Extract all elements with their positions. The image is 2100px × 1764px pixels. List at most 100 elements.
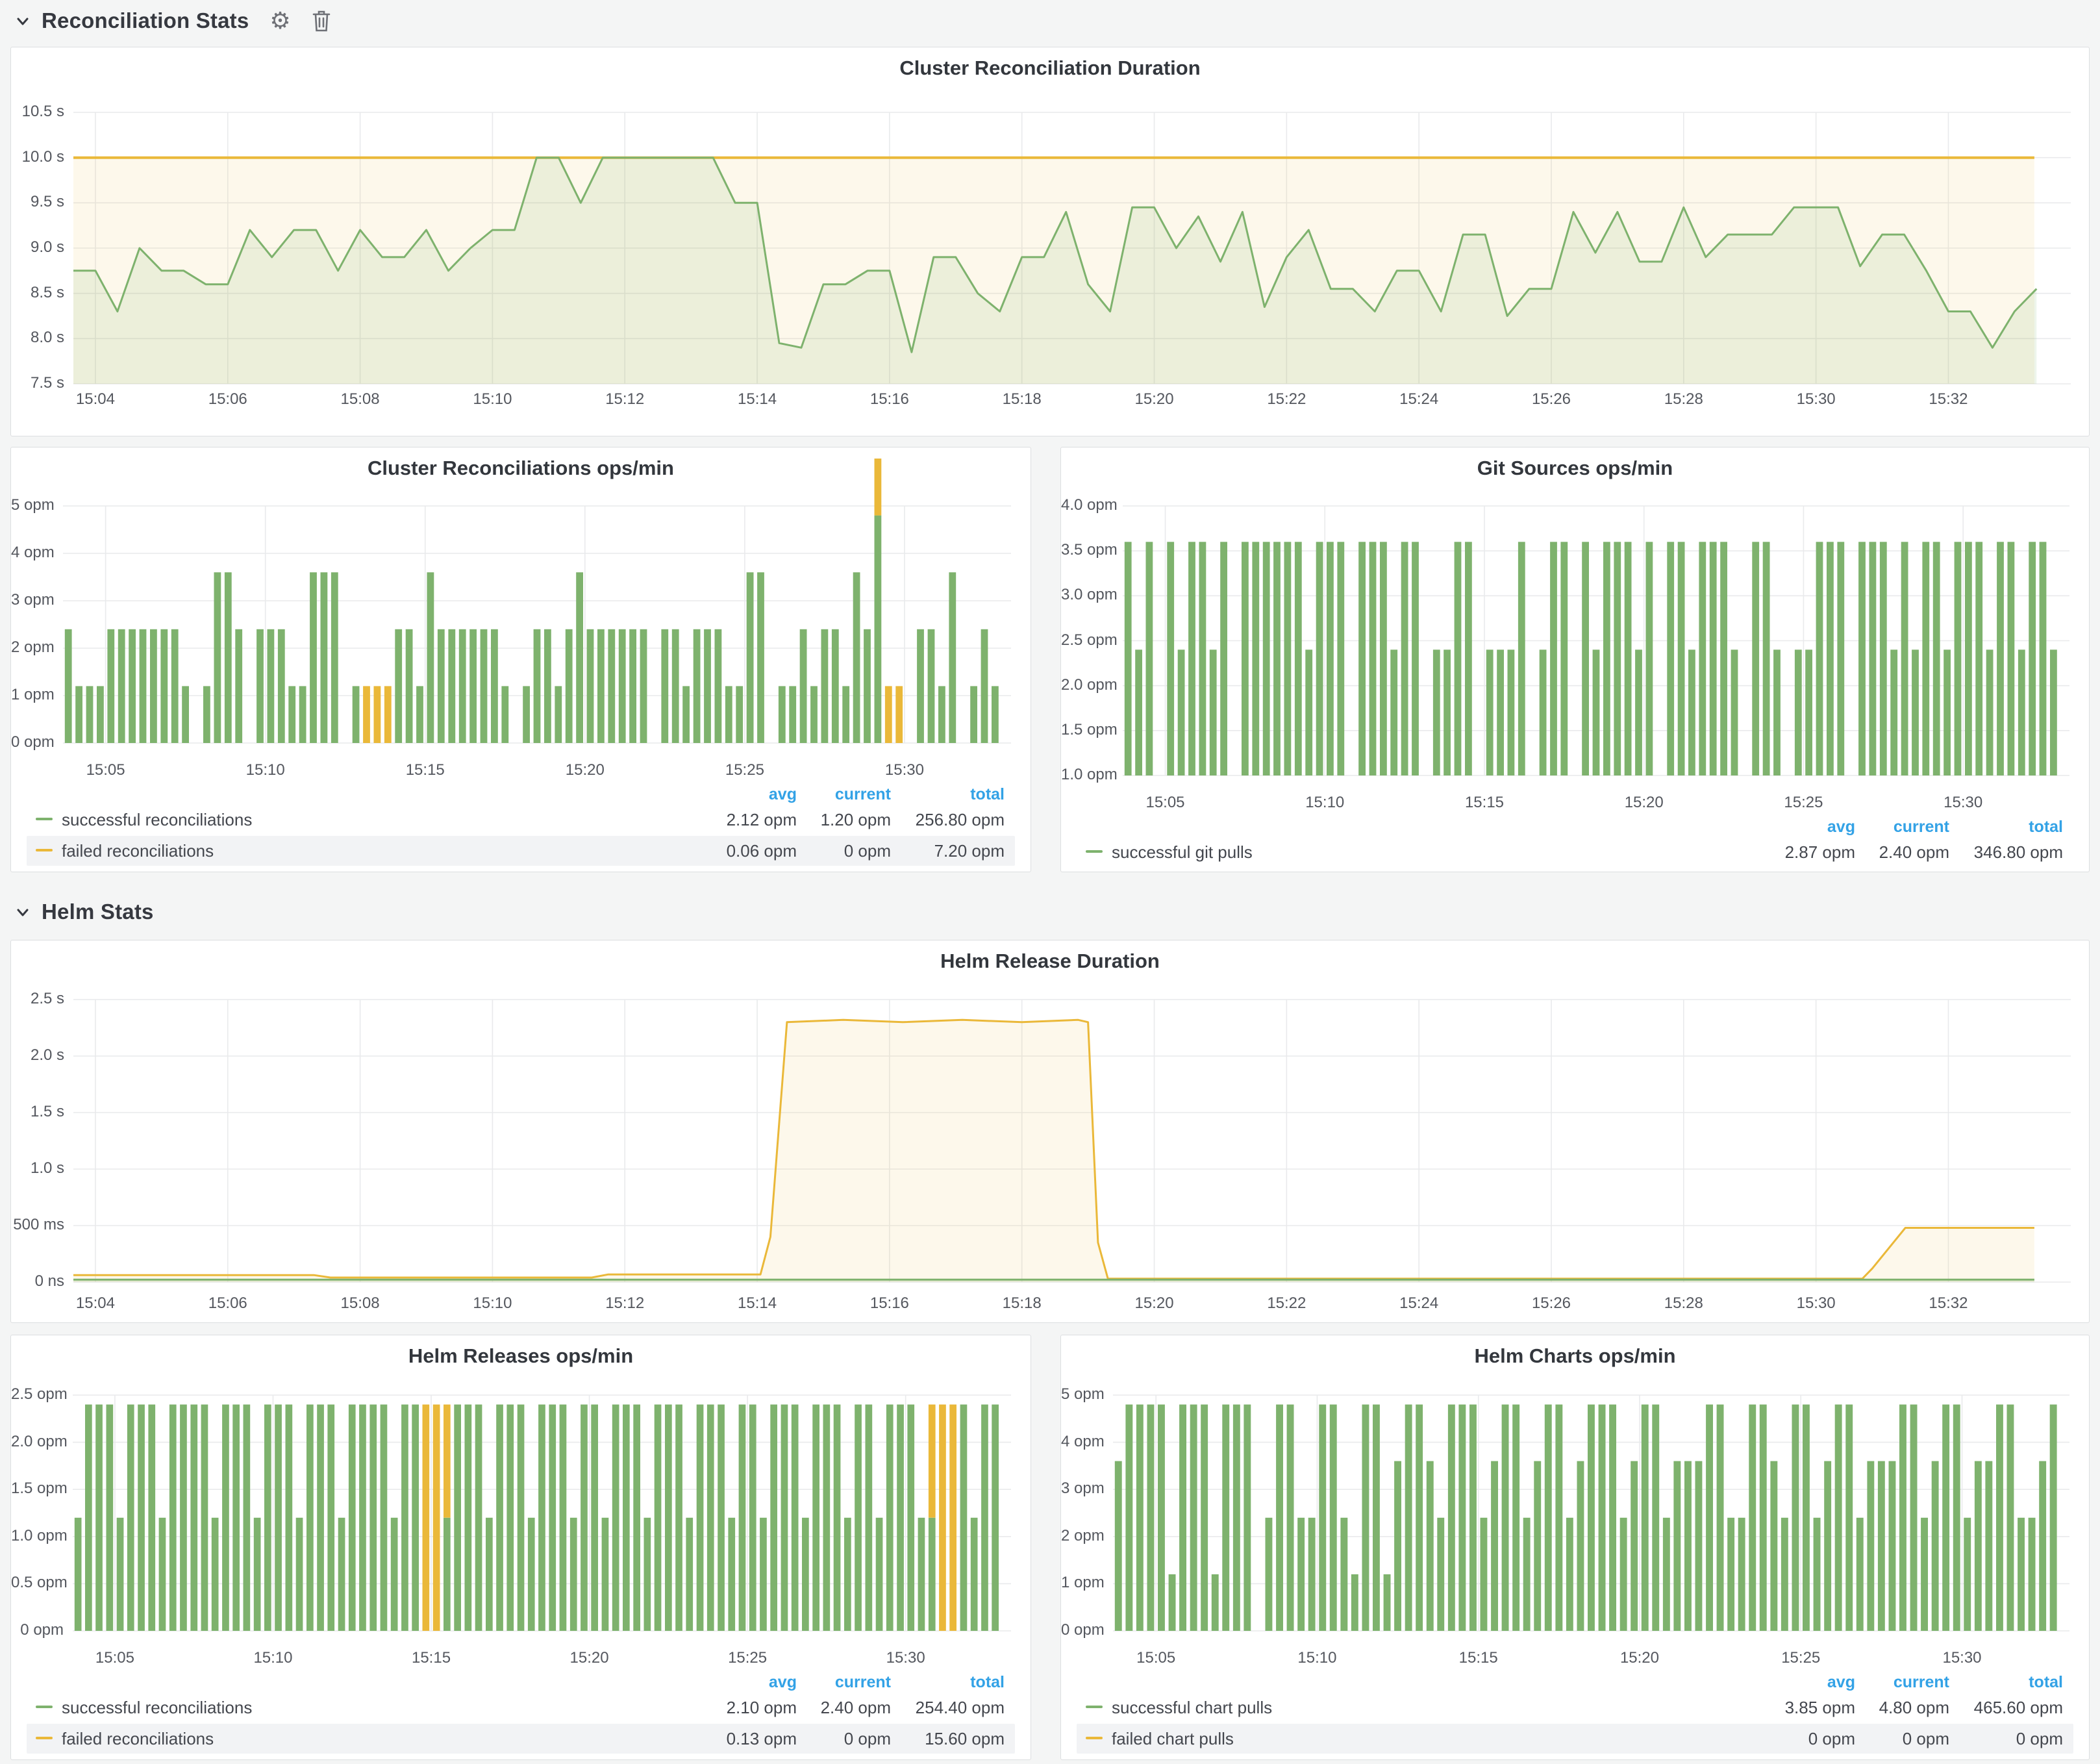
legend-col-current[interactable]: current: [1894, 818, 1949, 837]
chart-helm-release-duration[interactable]: 2.5 s2.0 s1.5 s1.0 s500 ms0 ns15:0415:06…: [11, 940, 2089, 1322]
legend-stat-avg: 2.12 opm: [727, 810, 797, 830]
x-axis-tick-label: 15:26: [1532, 1294, 1571, 1313]
x-axis-tick-label: 15:30: [1797, 1294, 1836, 1313]
legend-stat-current: 4.80 opm: [1879, 1698, 1949, 1718]
x-axis-tick-label: 15:22: [1267, 1294, 1306, 1313]
legend-stat-avg: 2.87 opm: [1785, 842, 1855, 863]
x-axis-tick-label: 15:04: [76, 1294, 115, 1313]
y-axis-tick-label: 1.5 opm: [1061, 721, 1114, 739]
x-axis-tick-label: 15:18: [1003, 1294, 1042, 1313]
legend-series-label[interactable]: successful git pulls: [1112, 842, 1253, 863]
y-axis-tick-label: 10.0 s: [11, 148, 64, 166]
panel-helm-charts-opm: Helm Charts ops/min 5 opm4 opm3 opm2 opm…: [1060, 1335, 2090, 1760]
legend-col-total[interactable]: total: [970, 785, 1005, 804]
chevron-down-icon[interactable]: [13, 902, 32, 922]
legend-stat-current: 2.40 opm: [1879, 842, 1949, 863]
legend-series-label[interactable]: successful reconciliations: [62, 1698, 252, 1718]
x-axis-tick-label: 15:08: [341, 390, 380, 409]
chevron-down-icon[interactable]: [13, 11, 32, 31]
plot-canvas: [11, 447, 1032, 873]
x-axis-tick-label: 15:20: [566, 761, 605, 779]
legend-stat-current: 0 opm: [844, 1729, 891, 1749]
line-series-1: [73, 1279, 2034, 1282]
x-axis-tick-label: 15:10: [473, 390, 512, 409]
x-axis-tick-label: 15:24: [1399, 390, 1438, 409]
legend-series-label[interactable]: successful chart pulls: [1112, 1698, 1272, 1718]
chart-cluster-reconciliations-opm[interactable]: 5 opm4 opm3 opm2 opm1 opm0 opm15:0515:10…: [11, 447, 1031, 872]
x-axis-tick-label: 15:05: [95, 1649, 134, 1667]
x-axis-tick-label: 15:16: [870, 1294, 909, 1313]
x-axis-tick-label: 15:10: [246, 761, 285, 779]
legend-col-avg[interactable]: avg: [769, 1673, 797, 1692]
x-axis-tick-label: 15:25: [728, 1649, 767, 1667]
x-axis-tick-label: 15:18: [1003, 390, 1042, 409]
legend-stat-total: 15.60 opm: [925, 1729, 1005, 1749]
legend-col-avg[interactable]: avg: [769, 785, 797, 804]
bar-series-0: [65, 516, 999, 743]
y-axis-tick-label: 0 opm: [11, 733, 54, 751]
bar-series-0: [1125, 542, 2057, 775]
y-axis-tick-label: 2 opm: [11, 638, 54, 657]
legend-col-total[interactable]: total: [2029, 818, 2063, 837]
gear-icon[interactable]: ⚙: [269, 9, 290, 32]
x-axis-tick-label: 15:28: [1664, 390, 1703, 409]
y-axis-tick-label: 0 opm: [1061, 1621, 1104, 1639]
plot-canvas: [1061, 447, 2090, 873]
x-axis-tick-label: 15:32: [1929, 390, 1968, 409]
x-axis-tick-label: 15:14: [738, 1294, 777, 1313]
panel-helm-releases-opm: Helm Releases ops/min 2.5 opm2.0 opm1.5 …: [10, 1335, 1031, 1760]
trash-icon[interactable]: [312, 9, 331, 32]
section-header-reconciliation-stats: Reconciliation Stats ⚙: [13, 4, 331, 38]
legend-col-total[interactable]: total: [2029, 1673, 2063, 1692]
chart-helm-charts-opm[interactable]: 5 opm4 opm3 opm2 opm1 opm0 opm15:0515:10…: [1061, 1335, 2089, 1759]
x-axis-tick-label: 15:06: [208, 390, 247, 409]
x-axis-tick-label: 15:28: [1664, 1294, 1703, 1313]
y-axis-tick-label: 1.5 opm: [11, 1480, 64, 1498]
y-axis-tick-label: 1 opm: [1061, 1574, 1104, 1592]
chart-helm-releases-opm[interactable]: 2.5 opm2.0 opm1.5 opm1.0 opm0.5 opm0 opm…: [11, 1335, 1031, 1759]
x-axis-tick-label: 15:30: [1944, 794, 1982, 812]
x-axis-tick-label: 15:14: [738, 390, 777, 409]
x-axis-tick-label: 15:15: [1465, 794, 1504, 812]
x-axis-tick-label: 15:25: [725, 761, 764, 779]
x-axis-tick-label: 15:32: [1929, 1294, 1968, 1313]
legend-col-avg[interactable]: avg: [1827, 1673, 1855, 1692]
section-header-helm-stats: Helm Stats: [13, 895, 154, 929]
y-axis-tick-label: 8.0 s: [11, 329, 64, 347]
x-axis-tick-label: 15:20: [1134, 1294, 1173, 1313]
x-axis-tick-label: 15:30: [886, 1649, 925, 1667]
plot-canvas: [11, 940, 2090, 1324]
legend-stat-current: 0 opm: [844, 841, 891, 861]
section-title[interactable]: Reconciliation Stats: [42, 8, 249, 33]
legend-stat-current: 1.20 opm: [821, 810, 891, 830]
legend-series-label[interactable]: successful reconciliations: [62, 810, 252, 830]
legend-col-current[interactable]: current: [835, 1673, 891, 1692]
legend-col-current[interactable]: current: [1894, 1673, 1949, 1692]
y-axis-tick-label: 8.5 s: [11, 284, 64, 302]
x-axis-tick-label: 15:05: [1136, 1649, 1175, 1667]
legend-col-total[interactable]: total: [970, 1673, 1005, 1692]
x-axis-tick-label: 15:12: [605, 390, 644, 409]
legend-stat-avg: 0.13 opm: [727, 1729, 797, 1749]
bar-series-0: [1115, 1405, 2057, 1632]
chart-cluster-reconciliation-duration[interactable]: 10.5 s10.0 s9.5 s9.0 s8.5 s8.0 s7.5 s15:…: [11, 47, 2089, 436]
legend-col-avg[interactable]: avg: [1827, 818, 1855, 837]
panel-cluster-reconciliations-opm: Cluster Reconciliations ops/min 5 opm4 o…: [10, 447, 1031, 872]
x-axis-tick-label: 15:26: [1532, 390, 1571, 409]
x-axis-tick-label: 15:30: [1797, 390, 1836, 409]
section-title[interactable]: Helm Stats: [42, 900, 154, 924]
panel-cluster-reconciliation-duration: Cluster Reconciliation Duration 10.5 s10…: [10, 47, 2090, 436]
plot-canvas: [11, 1335, 1032, 1761]
x-axis-tick-label: 15:04: [76, 390, 115, 409]
chart-git-sources-opm[interactable]: 4.0 opm3.5 opm3.0 opm2.5 opm2.0 opm1.5 o…: [1061, 447, 2089, 872]
panel-git-sources-opm: Git Sources ops/min 4.0 opm3.5 opm3.0 op…: [1060, 447, 2090, 872]
y-axis-tick-label: 2.0 s: [11, 1046, 64, 1065]
legend-series-label[interactable]: failed chart pulls: [1112, 1729, 1234, 1749]
legend-series-label[interactable]: failed reconciliations: [62, 841, 214, 861]
legend-series-label[interactable]: failed reconciliations: [62, 1729, 214, 1749]
bar-series-0: [75, 1405, 999, 1632]
legend-col-current[interactable]: current: [835, 785, 891, 804]
legend-series-dash: [1086, 1737, 1103, 1739]
y-axis-tick-label: 0 opm: [11, 1621, 64, 1639]
x-axis-tick-label: 15:20: [1134, 390, 1173, 409]
